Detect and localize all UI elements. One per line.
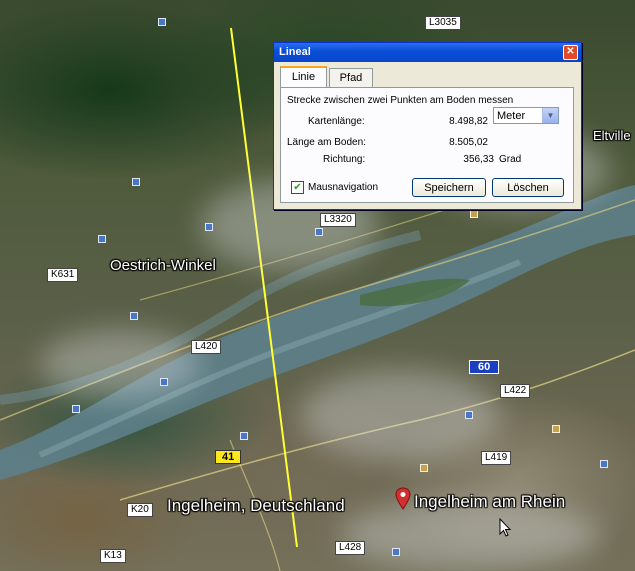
cloud	[40, 330, 200, 400]
poi-marker[interactable]	[552, 425, 560, 433]
ground-length-label: Länge am Boden:	[287, 137, 366, 148]
ruler-dialog: Lineal ✕ Linie Pfad Strecke zwischen zwe…	[273, 42, 582, 210]
poi-marker[interactable]	[160, 378, 168, 386]
poi-marker[interactable]	[392, 548, 400, 556]
place-label-ingelheim-de[interactable]: Ingelheim, Deutschland	[167, 496, 345, 516]
road-label: L3320	[320, 213, 356, 227]
road-label: L420	[191, 340, 222, 354]
poi-marker[interactable]	[130, 312, 138, 320]
place-label-oestrich[interactable]: Oestrich-Winkel	[110, 257, 216, 274]
mouse-navigation-label[interactable]: Mausnavigation	[308, 182, 378, 193]
close-icon[interactable]: ✕	[563, 45, 578, 60]
poi-marker[interactable]	[600, 460, 608, 468]
clear-button[interactable]: Löschen	[492, 178, 564, 197]
road-label-motorway: 60	[469, 360, 500, 374]
unit-selected-value: Meter	[497, 110, 526, 122]
tab-path[interactable]: Pfad	[329, 68, 373, 88]
place-label-ingelheim-rhein[interactable]: Ingelheim am Rhein	[414, 492, 565, 512]
poi-marker[interactable]	[132, 178, 140, 186]
road-label: L3035	[425, 16, 461, 30]
road-label: L422	[500, 384, 531, 398]
poi-marker[interactable]	[470, 210, 478, 218]
poi-marker[interactable]	[98, 235, 106, 243]
dialog-title: Lineal	[279, 46, 311, 58]
road-label: K20	[127, 503, 153, 517]
unit-dropdown[interactable]: Meter ▼	[493, 107, 559, 124]
poi-marker[interactable]	[420, 464, 428, 472]
direction-label: Richtung:	[323, 154, 366, 165]
place-label-eltville[interactable]: Eltville	[593, 128, 631, 143]
map-length-label: Kartenlänge:	[308, 116, 365, 127]
location-pin-icon[interactable]	[395, 487, 411, 511]
chevron-down-icon[interactable]: ▼	[542, 108, 558, 123]
direction-unit: Grad	[499, 154, 522, 165]
save-button[interactable]: Speichern	[412, 178, 486, 197]
poi-marker[interactable]	[240, 432, 248, 440]
road-label: K13	[100, 549, 126, 563]
road-label: K631	[47, 268, 79, 282]
road-label: L419	[481, 451, 512, 465]
dialog-titlebar[interactable]: Lineal ✕	[274, 43, 581, 62]
road-label: L428	[335, 541, 366, 555]
ruler-description: Strecke zwischen zwei Punkten am Boden m…	[287, 95, 514, 106]
mouse-cursor-icon	[499, 518, 512, 537]
poi-marker[interactable]	[205, 223, 213, 231]
road-label-federal: 41	[215, 450, 242, 464]
poi-marker[interactable]	[465, 411, 473, 419]
mouse-navigation-checkbox[interactable]: ✔	[291, 181, 304, 194]
poi-marker[interactable]	[72, 405, 80, 413]
map-length-value: 8.498,82	[449, 116, 488, 127]
poi-marker[interactable]	[158, 18, 166, 26]
ground-length-value: 8.505,02	[449, 137, 488, 148]
direction-value: 356,33	[463, 154, 494, 165]
poi-marker[interactable]	[315, 228, 323, 236]
